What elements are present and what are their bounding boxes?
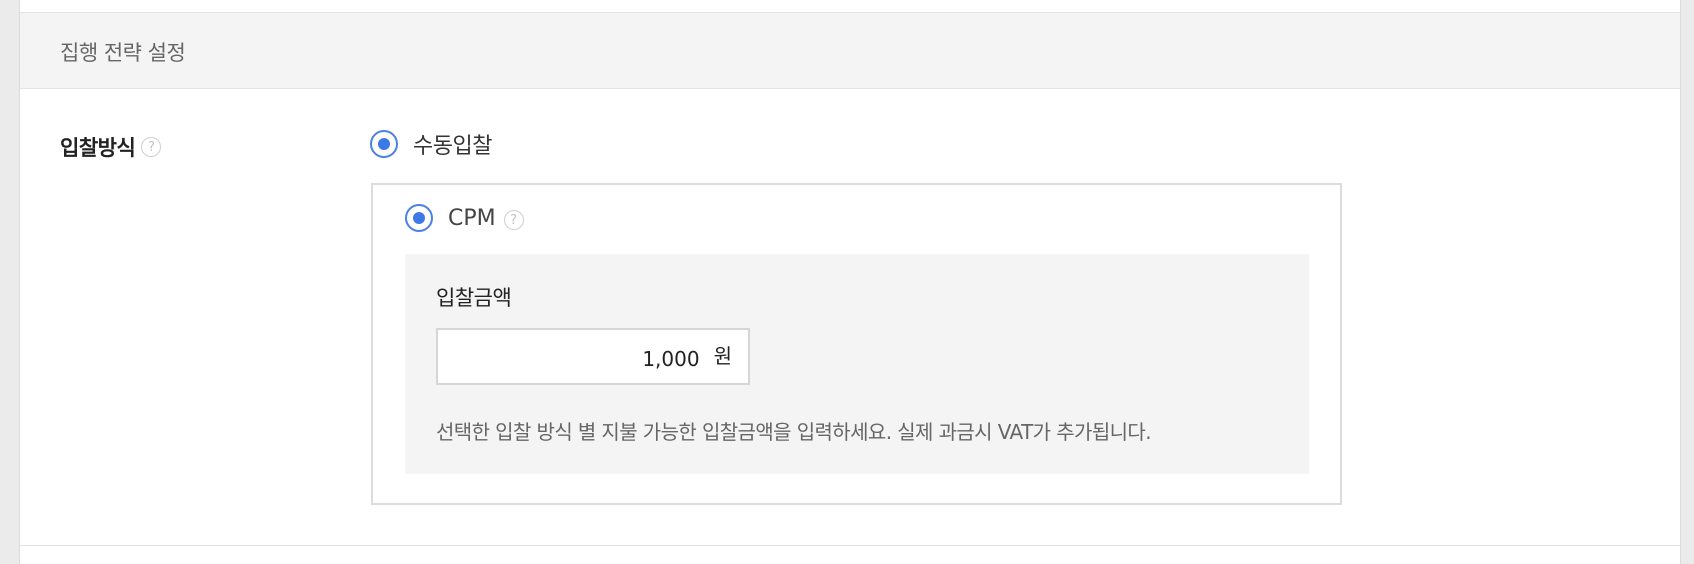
- bid-amount-panel: 입찰금액 원 선택한 입찰 방식 별 지불 가능한 입찰금액을 입력하세요. 실…: [405, 254, 1309, 474]
- cpm-option[interactable]: CPM ?: [405, 204, 524, 232]
- section-divider: [20, 545, 1680, 546]
- cpm-help-icon[interactable]: ?: [503, 210, 524, 230]
- bid-amount-unit: 원: [713, 344, 732, 368]
- manual-bid-options-box: CPM ? 입찰금액 원 선택한 입찰 방식 별 지불 가능한 입찰금액을 입력…: [371, 183, 1342, 505]
- help-icon[interactable]: ?: [141, 137, 162, 157]
- bid-amount-input[interactable]: [459, 346, 700, 371]
- campaign-settings-panel: 집행 전략 설정 입찰방식 ? 수동입찰 CPM ? 입찰금액 원 선택한 입찰…: [19, 0, 1681, 564]
- manual-bid-radio[interactable]: [370, 130, 398, 158]
- bid-amount-help-text: 선택한 입찰 방식 별 지불 가능한 입찰금액을 입력하세요. 실제 과금시 V…: [436, 420, 1152, 444]
- manual-bid-option[interactable]: 수동입찰: [370, 128, 492, 160]
- section-title: 집행 전략 설정: [60, 41, 186, 65]
- bid-amount-field[interactable]: 원: [436, 328, 750, 385]
- section-header: 집행 전략 설정: [20, 12, 1680, 89]
- cpm-label[interactable]: CPM: [448, 206, 496, 231]
- bid-method-row-label: 입찰방식 ?: [60, 132, 162, 162]
- manual-bid-label[interactable]: 수동입찰: [413, 128, 492, 160]
- bid-amount-label: 입찰금액: [436, 286, 512, 310]
- bid-method-label: 입찰방식: [60, 136, 136, 160]
- cpm-radio[interactable]: [405, 204, 433, 232]
